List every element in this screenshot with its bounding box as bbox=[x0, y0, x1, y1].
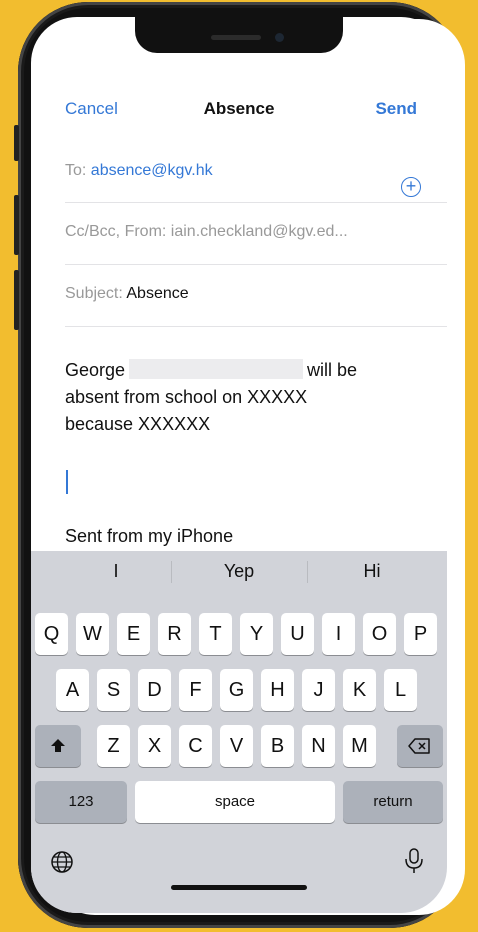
key-f[interactable]: F bbox=[179, 669, 212, 711]
redacted-name bbox=[129, 359, 304, 379]
shift-icon bbox=[51, 739, 65, 752]
return-key[interactable]: return bbox=[343, 781, 443, 823]
key-j[interactable]: J bbox=[302, 669, 335, 711]
key-y[interactable]: Y bbox=[240, 613, 273, 655]
nav-bar: Cancel Absence Send bbox=[31, 99, 447, 129]
keyboard: I Yep Hi Q W E R T Y U I O P A S D F G H… bbox=[31, 551, 447, 913]
to-field[interactable]: To: absence@kgv.hk bbox=[65, 162, 447, 180]
mail-compose: Cancel Absence Send To: absence@kgv.hk +… bbox=[31, 17, 447, 913]
key-q[interactable]: Q bbox=[35, 613, 68, 655]
predictive-bar: I Yep Hi bbox=[31, 551, 447, 591]
key-c[interactable]: C bbox=[179, 725, 212, 767]
volume-up-button bbox=[14, 195, 19, 255]
shift-key[interactable] bbox=[35, 725, 81, 767]
delete-key[interactable] bbox=[397, 725, 443, 767]
ccbcc-from-label: Cc/Bcc, From: bbox=[65, 223, 167, 240]
send-button[interactable]: Send bbox=[375, 99, 417, 119]
home-indicator bbox=[171, 885, 307, 890]
suggestion-3[interactable]: Hi bbox=[327, 561, 417, 582]
key-e[interactable]: E bbox=[117, 613, 150, 655]
suggestion-divider bbox=[171, 561, 172, 583]
body-line2: absent from school on XXXXX bbox=[65, 387, 308, 407]
to-recipient[interactable]: absence@kgv.hk bbox=[91, 162, 213, 179]
key-d[interactable]: D bbox=[138, 669, 171, 711]
to-label: To: bbox=[65, 162, 87, 179]
numbers-key[interactable]: 123 bbox=[35, 781, 127, 823]
key-h[interactable]: H bbox=[261, 669, 294, 711]
key-m[interactable]: M bbox=[343, 725, 376, 767]
subject-value[interactable]: Absence bbox=[126, 285, 188, 302]
divider bbox=[65, 264, 447, 265]
key-x[interactable]: X bbox=[138, 725, 171, 767]
microphone-icon[interactable] bbox=[403, 847, 425, 875]
notch bbox=[135, 17, 343, 53]
key-g[interactable]: G bbox=[220, 669, 253, 711]
body-line1-start: George bbox=[65, 360, 126, 380]
suggestion-2[interactable]: Yep bbox=[191, 561, 287, 582]
volume-down-button bbox=[14, 270, 19, 330]
key-t[interactable]: T bbox=[199, 613, 232, 655]
key-i[interactable]: I bbox=[322, 613, 355, 655]
text-cursor bbox=[66, 470, 68, 494]
key-v[interactable]: V bbox=[220, 725, 253, 767]
key-l[interactable]: L bbox=[384, 669, 417, 711]
add-recipient-icon[interactable]: + bbox=[401, 177, 421, 197]
key-a[interactable]: A bbox=[56, 669, 89, 711]
key-r[interactable]: R bbox=[158, 613, 191, 655]
key-k[interactable]: K bbox=[343, 669, 376, 711]
key-b[interactable]: B bbox=[261, 725, 294, 767]
key-z[interactable]: Z bbox=[97, 725, 130, 767]
key-w[interactable]: W bbox=[76, 613, 109, 655]
body-line3: because XXXXXX bbox=[65, 414, 211, 434]
email-signature: Sent from my iPhone bbox=[65, 526, 234, 546]
subject-label: Subject: bbox=[65, 285, 123, 302]
divider bbox=[65, 202, 447, 203]
key-s[interactable]: S bbox=[97, 669, 130, 711]
key-n[interactable]: N bbox=[302, 725, 335, 767]
space-key[interactable]: space bbox=[135, 781, 335, 823]
key-p[interactable]: P bbox=[404, 613, 437, 655]
suggestion-divider bbox=[307, 561, 308, 583]
ccbcc-from-field[interactable]: Cc/Bcc, From: iain.checkland@kgv.ed... bbox=[65, 223, 447, 241]
globe-icon[interactable] bbox=[49, 849, 75, 875]
subject-field[interactable]: Subject: Absence bbox=[65, 285, 447, 303]
backspace-icon bbox=[408, 738, 430, 754]
silent-switch bbox=[14, 125, 19, 161]
from-address: iain.checkland@kgv.ed... bbox=[170, 223, 348, 240]
body-line1-end: will be bbox=[307, 360, 358, 380]
camera bbox=[275, 33, 284, 42]
divider bbox=[65, 326, 447, 327]
suggestion-1[interactable]: I bbox=[71, 561, 161, 582]
message-body[interactable]: George will be absent from school on XXXX… bbox=[65, 357, 415, 438]
key-o[interactable]: O bbox=[363, 613, 396, 655]
speaker-grille bbox=[211, 35, 261, 40]
key-u[interactable]: U bbox=[281, 613, 314, 655]
